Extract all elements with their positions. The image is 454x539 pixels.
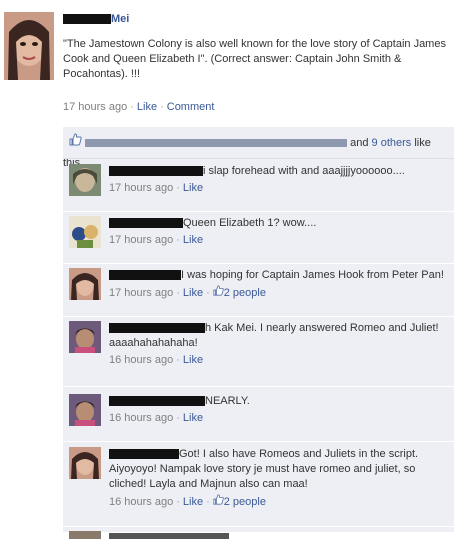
redacted-likers xyxy=(85,139,348,148)
redacted-name xyxy=(63,14,111,25)
author-avatar[interactable] xyxy=(4,12,54,80)
commenter-avatar[interactable] xyxy=(69,531,101,539)
comment-like-link[interactable]: Like xyxy=(183,287,203,299)
comment-timestamp[interactable]: 17 hours ago xyxy=(109,182,173,194)
thumbs-up-icon xyxy=(213,494,224,510)
comment-item: h Kak Mei. I nearly answered Romeo and J… xyxy=(63,321,454,381)
commenter-avatar[interactable] xyxy=(69,164,101,196)
comment-like-link[interactable]: Like xyxy=(183,496,203,508)
redacted-commenter xyxy=(109,449,179,460)
thumbs-up-icon xyxy=(69,133,82,153)
post-meta: 17 hours ago · Like · Comment xyxy=(63,101,215,113)
divider xyxy=(63,316,454,317)
post-author: Mei xyxy=(63,13,129,25)
comment-like-link[interactable]: Like xyxy=(183,182,203,194)
comment-timestamp[interactable]: 17 hours ago xyxy=(109,234,173,246)
comment-likes-count[interactable]: 2 people xyxy=(224,496,266,508)
comment-like-link[interactable]: Like xyxy=(183,412,203,424)
redacted-commenter xyxy=(109,270,181,281)
divider xyxy=(63,211,454,212)
comment-text: I was hoping for Captain James Hook from… xyxy=(181,269,444,281)
divider xyxy=(63,158,454,159)
commenter-avatar[interactable] xyxy=(69,268,101,300)
commenter-avatar[interactable] xyxy=(69,321,101,353)
comment-timestamp[interactable]: 16 hours ago xyxy=(109,496,173,508)
comment-item: Got! I also have Romeos and Juliets in t… xyxy=(63,447,454,523)
comment-item: Queen Elizabeth 1? wow.... 17 hours ago ·… xyxy=(63,216,454,260)
comment-item: NEARLY. 16 hours ago · Like xyxy=(63,394,454,438)
comment-like-link[interactable]: Like xyxy=(183,354,203,366)
divider xyxy=(63,526,454,527)
likes-and-text: and xyxy=(350,137,369,149)
redacted-commenter xyxy=(109,166,203,177)
comment-timestamp[interactable]: 16 hours ago xyxy=(109,412,173,424)
like-link[interactable]: Like xyxy=(137,101,157,113)
comment-item: i slap forehead with and aaajjjjyoooooo.… xyxy=(63,164,454,208)
redacted-commenter xyxy=(109,396,205,407)
redacted-commenter xyxy=(109,218,183,229)
post-timestamp[interactable]: 17 hours ago xyxy=(63,101,127,113)
redacted-commenter xyxy=(109,323,205,334)
commenter-avatar[interactable] xyxy=(69,447,101,479)
commenter-avatar[interactable] xyxy=(69,216,101,248)
comment-item: I was hoping for Captain James Hook from… xyxy=(63,268,454,314)
post-text: "The Jamestown Colony is also well known… xyxy=(63,38,446,80)
comment-text: NEARLY. xyxy=(205,395,250,407)
redacted-commenter xyxy=(109,533,229,539)
likes-row: and 9 others like this. xyxy=(63,133,454,169)
thumbs-up-icon xyxy=(213,285,224,301)
divider xyxy=(63,441,454,442)
author-name-link[interactable]: Mei xyxy=(111,13,129,25)
comment-likes-count[interactable]: 2 people xyxy=(224,287,266,299)
comment-text: Queen Elizabeth 1? wow.... xyxy=(183,217,317,229)
comment-link[interactable]: Comment xyxy=(167,101,215,113)
comment-text: i slap forehead with and aaajjjjyoooooo.… xyxy=(203,165,405,177)
divider xyxy=(63,386,454,387)
comment-timestamp[interactable]: 17 hours ago xyxy=(109,287,173,299)
others-link[interactable]: 9 others xyxy=(372,137,412,149)
divider xyxy=(63,263,454,264)
comment-timestamp[interactable]: 16 hours ago xyxy=(109,354,173,366)
comment-like-link[interactable]: Like xyxy=(183,234,203,246)
commenter-avatar[interactable] xyxy=(69,394,101,426)
